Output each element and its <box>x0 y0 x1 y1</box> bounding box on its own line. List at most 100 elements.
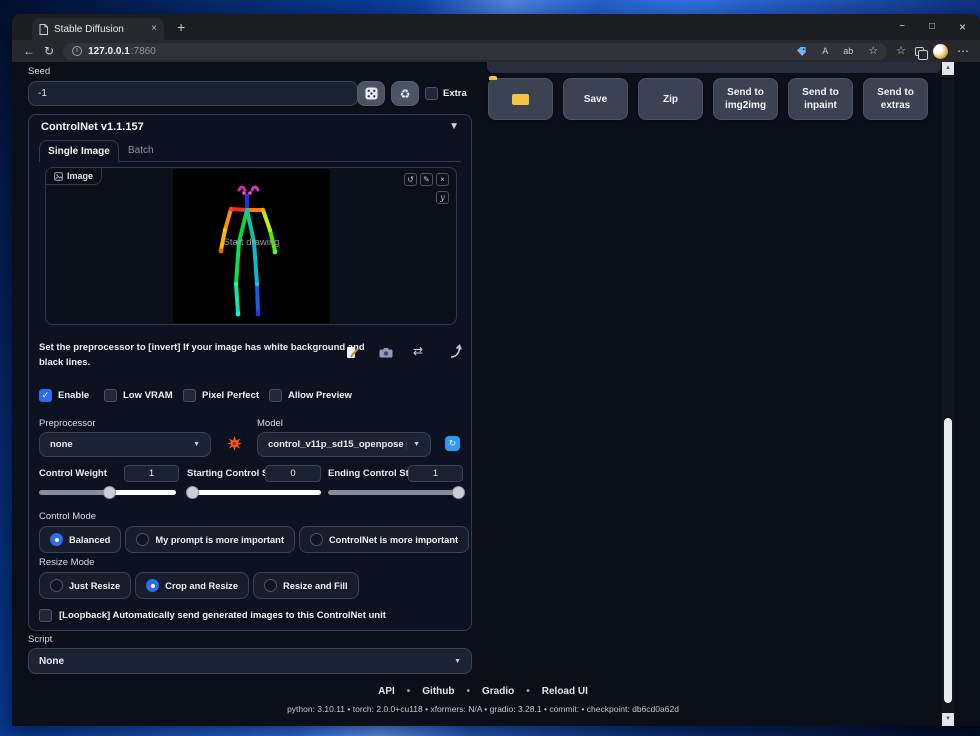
recycle-icon: ♻ <box>400 87 411 101</box>
browser-essentials-icon[interactable] <box>915 47 924 56</box>
resize-mode-group: Just Resize Crop and Resize Resize and F… <box>39 572 359 599</box>
scroll-down-icon[interactable]: ▼ <box>942 713 954 726</box>
controlnet-title[interactable]: ControlNet v1.1.157 <box>41 121 144 133</box>
edit-icon[interactable]: ✎ <box>420 173 433 186</box>
browser-tab-bar: Stable Diffusion × + − □ × <box>12 14 980 40</box>
footer-link-api[interactable]: API <box>378 686 395 697</box>
footer-links: API • Github • Gradio • Reload UI <box>12 686 954 697</box>
scroll-up-icon[interactable]: ▲ <box>942 62 954 75</box>
loopback-label: [Loopback] Automatically send generated … <box>59 610 386 621</box>
control-weight-slider[interactable] <box>39 490 176 495</box>
extra-checkbox[interactable] <box>425 87 438 100</box>
address-bar[interactable]: i 127.0.0.1 :7860 A ab ☆ <box>63 43 887 60</box>
minimize-icon[interactable]: − <box>899 22 905 32</box>
page-scrollbar[interactable]: ▲ ▼ <box>942 62 954 726</box>
dropdown-caret-icon: ▼ <box>407 441 420 448</box>
extra-label: Extra <box>443 88 467 99</box>
reload-icon[interactable]: ↻ <box>44 45 54 57</box>
run-preprocessor-icon[interactable] <box>227 436 242 451</box>
new-canvas-icon[interactable] <box>346 346 359 360</box>
slider-track-empty <box>110 490 176 495</box>
shopping-tag-icon[interactable] <box>796 46 807 57</box>
radio-off-icon <box>136 533 149 546</box>
pose-canvas[interactable]: Start drawing <box>173 169 330 323</box>
url-port: :7860 <box>131 46 156 57</box>
random-seed-button[interactable] <box>357 81 385 106</box>
radio-on-icon <box>146 579 159 592</box>
mode-controlnet-option[interactable]: ControlNet is more important <box>299 526 469 553</box>
clear-image-icon[interactable]: × <box>436 173 449 186</box>
ending-step-value[interactable]: 1 <box>408 465 463 482</box>
maximize-icon[interactable]: □ <box>929 22 935 32</box>
refresh-icon: ↻ <box>449 438 457 448</box>
controlnet-panel: ControlNet v1.1.157 ▼ Single Image Batch… <box>28 114 472 631</box>
lowvram-label: Low VRAM <box>123 390 173 401</box>
brush-icon[interactable]: y <box>436 191 449 204</box>
preprocessor-dropdown[interactable]: none ▼ <box>39 432 211 457</box>
footer-link-reload-ui[interactable]: Reload UI <box>542 686 588 697</box>
ending-step-label: Ending Control Step <box>328 468 420 479</box>
radio-off-icon <box>264 579 277 592</box>
enable-checkbox[interactable]: ✓ <box>39 389 52 402</box>
mode-prompt-label: My prompt is more important <box>155 535 284 545</box>
resize-just-option[interactable]: Just Resize <box>39 572 131 599</box>
tab-single-image[interactable]: Single Image <box>39 140 119 162</box>
preprocessor-value: none <box>50 439 73 450</box>
allow-preview-checkbox[interactable] <box>269 389 282 402</box>
preprocessor-hint-line1: Set the preprocessor to [invert] If your… <box>39 342 365 353</box>
collapse-caret-icon[interactable]: ▼ <box>449 121 459 132</box>
refresh-models-button[interactable]: ↻ <box>445 436 460 451</box>
control-weight-value[interactable]: 1 <box>124 465 179 482</box>
ending-step-slider[interactable] <box>328 490 464 495</box>
mirror-webcam-icon[interactable]: ⇄ <box>413 344 423 358</box>
site-info-icon[interactable]: i <box>72 46 82 56</box>
radio-off-icon <box>310 533 323 546</box>
script-dropdown[interactable]: None ▼ <box>28 648 472 674</box>
reuse-seed-button[interactable]: ♻ <box>391 81 419 106</box>
translate-icon[interactable]: ab <box>843 47 853 56</box>
save-button[interactable]: Save <box>563 78 628 120</box>
back-icon[interactable]: ← <box>23 45 35 57</box>
send-to-img2img-button[interactable]: Send to img2img <box>713 78 778 120</box>
resize-crop-option[interactable]: Crop and Resize <box>135 572 249 599</box>
webcam-icon[interactable] <box>379 348 393 358</box>
starting-step-value[interactable]: 0 <box>265 465 321 482</box>
seed-input[interactable]: -1 <box>28 81 358 106</box>
footer-link-github[interactable]: Github <box>422 686 454 697</box>
resize-fill-option[interactable]: Resize and Fill <box>253 572 359 599</box>
pixel-perfect-checkbox[interactable] <box>183 389 196 402</box>
loopback-checkbox[interactable] <box>39 609 52 622</box>
mode-balanced-option[interactable]: Balanced <box>39 526 121 553</box>
slider-handle[interactable] <box>103 486 116 499</box>
send-dimensions-icon[interactable] <box>449 344 462 358</box>
model-dropdown[interactable]: control_v11p_sd15_openpose [cab ▼ <box>257 432 431 457</box>
tab-title: Stable Diffusion <box>54 24 145 35</box>
tab-batch[interactable]: Batch <box>128 145 154 156</box>
footer-link-gradio[interactable]: Gradio <box>482 686 514 697</box>
slider-handle[interactable] <box>452 486 465 499</box>
lowvram-checkbox[interactable] <box>104 389 117 402</box>
collections-icon[interactable]: ☆ <box>896 46 906 57</box>
send-to-inpaint-button[interactable]: Send to inpaint <box>788 78 853 120</box>
send-to-extras-button[interactable]: Send to extras <box>863 78 928 120</box>
preprocessor-label: Preprocessor <box>39 418 96 429</box>
canvas-hint: Start drawing <box>173 237 330 248</box>
undo-icon[interactable]: ↺ <box>404 173 417 186</box>
scrollbar-thumb[interactable] <box>944 418 952 703</box>
browser-tab[interactable]: Stable Diffusion × <box>32 18 164 40</box>
mode-prompt-option[interactable]: My prompt is more important <box>125 526 295 553</box>
starting-step-slider[interactable] <box>187 490 321 495</box>
zip-button[interactable]: Zip <box>638 78 703 120</box>
tab-close-icon[interactable]: × <box>151 24 157 34</box>
favorites-star-icon[interactable]: ☆ <box>868 46 878 57</box>
image-dropzone[interactable]: Image <box>45 167 457 325</box>
profile-avatar[interactable] <box>933 44 948 59</box>
open-folder-button[interactable] <box>488 78 553 120</box>
slider-handle[interactable] <box>186 486 199 499</box>
read-aloud-icon[interactable]: A <box>822 47 828 56</box>
close-window-icon[interactable]: × <box>959 21 966 33</box>
bullet: • <box>467 686 471 697</box>
new-tab-button[interactable]: + <box>177 19 185 35</box>
slider-track-filled <box>39 490 110 495</box>
settings-menu-icon[interactable]: ⋯ <box>957 45 969 57</box>
